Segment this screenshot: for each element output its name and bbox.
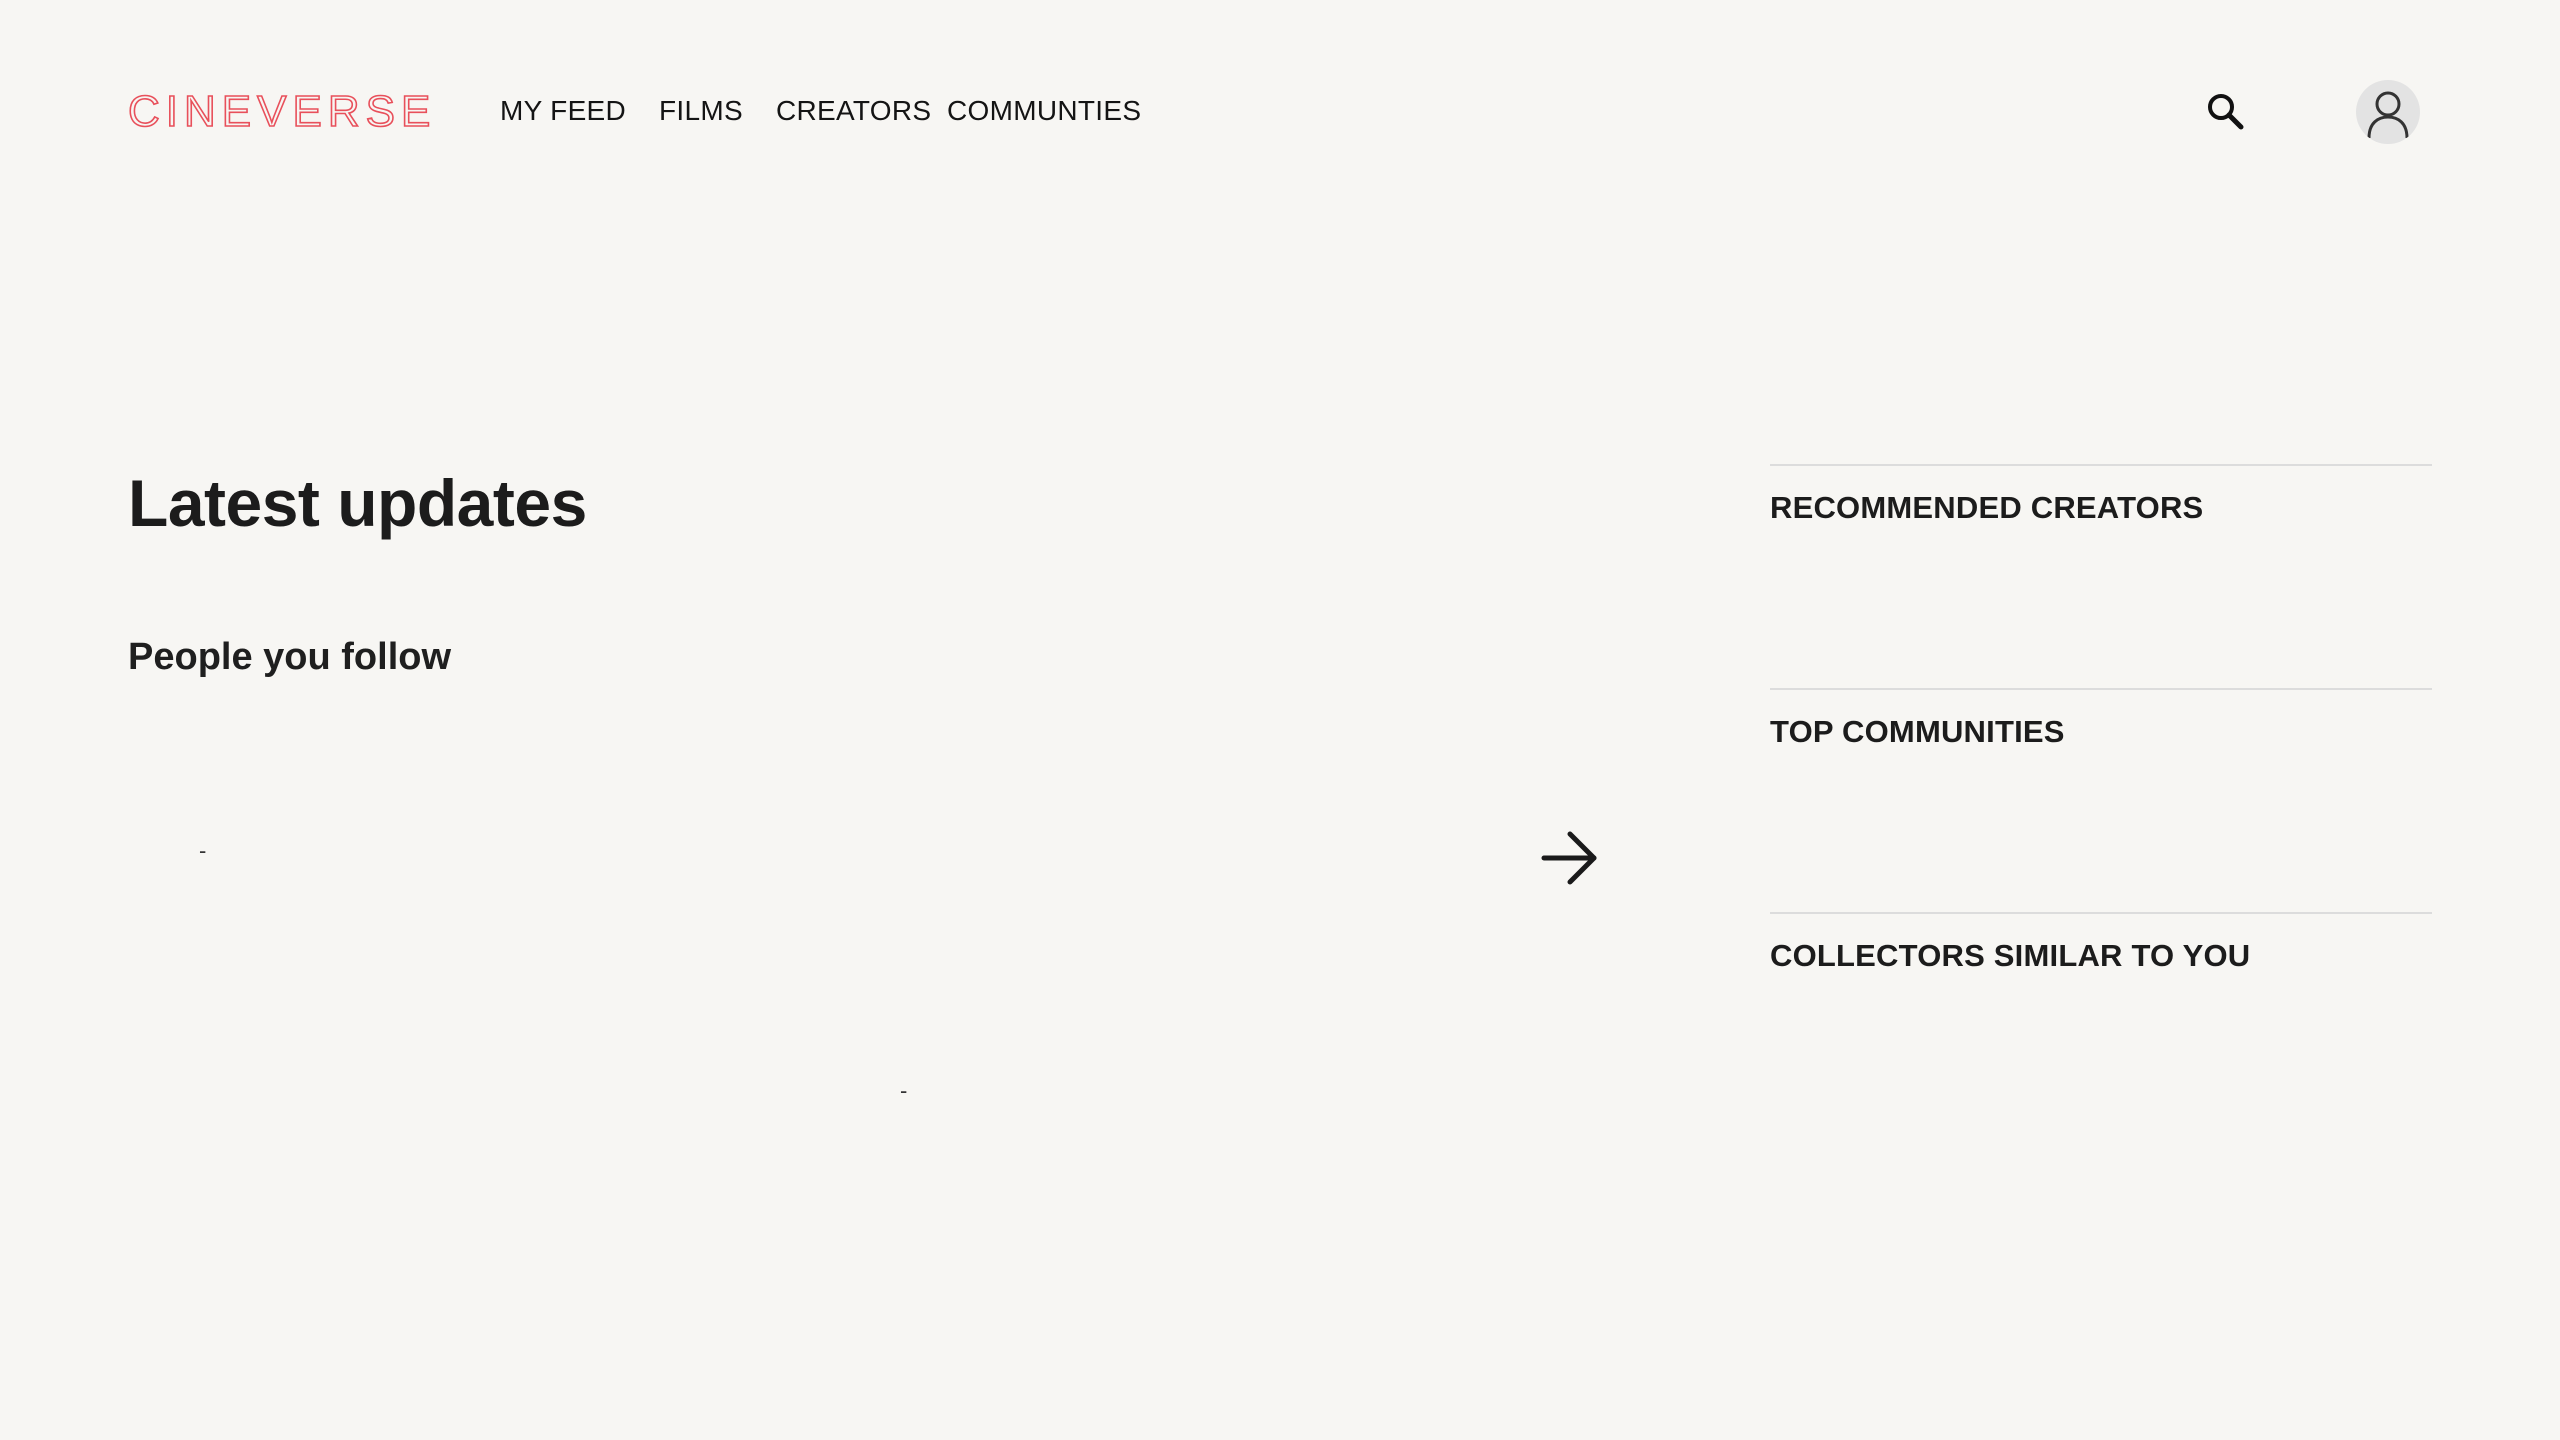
right-sidebar: RECOMMENDED CREATORS TOP COMMUNITIES COL…: [1770, 464, 2432, 1136]
placeholder-dash-secondary: -: [900, 1078, 908, 1103]
recommended-creators-section: RECOMMENDED CREATORS: [1770, 464, 2432, 688]
nav-communities[interactable]: COMMUNTIES: [947, 95, 1141, 127]
section-subtitle: People you follow: [128, 636, 452, 678]
nav-creators[interactable]: CREATORS: [776, 95, 931, 127]
search-icon: [2208, 94, 2244, 130]
user-avatar-icon: [2367, 91, 2409, 139]
logo-wordmark: CINEVERSE: [128, 88, 436, 134]
top-header: CINEVERSE MY FEED FILMS CREATORS COMMUNT…: [0, 0, 2560, 222]
search-button[interactable]: [2204, 90, 2248, 134]
similar-collectors-heading: COLLECTORS SIMILAR TO YOU: [1770, 938, 2251, 973]
next-button[interactable]: [1538, 826, 1602, 890]
top-communities-section: TOP COMMUNITIES: [1770, 688, 2432, 912]
nav-my-feed[interactable]: MY FEED: [500, 95, 626, 127]
page: CINEVERSE MY FEED FILMS CREATORS COMMUNT…: [0, 0, 2560, 1440]
placeholder-dash: -: [199, 838, 207, 863]
page-title: Latest updates: [128, 466, 587, 540]
user-avatar-button[interactable]: [2356, 80, 2420, 144]
logo-text: CINEVERSE: [128, 88, 436, 134]
top-communities-heading: TOP COMMUNITIES: [1770, 714, 2065, 749]
similar-collectors-section: COLLECTORS SIMILAR TO YOU: [1770, 912, 2432, 1136]
cineverse-logo[interactable]: CINEVERSE: [128, 84, 438, 138]
recommended-creators-heading: RECOMMENDED CREATORS: [1770, 490, 2204, 525]
arrow-right-icon: [1541, 831, 1597, 885]
nav-films[interactable]: FILMS: [659, 95, 743, 127]
